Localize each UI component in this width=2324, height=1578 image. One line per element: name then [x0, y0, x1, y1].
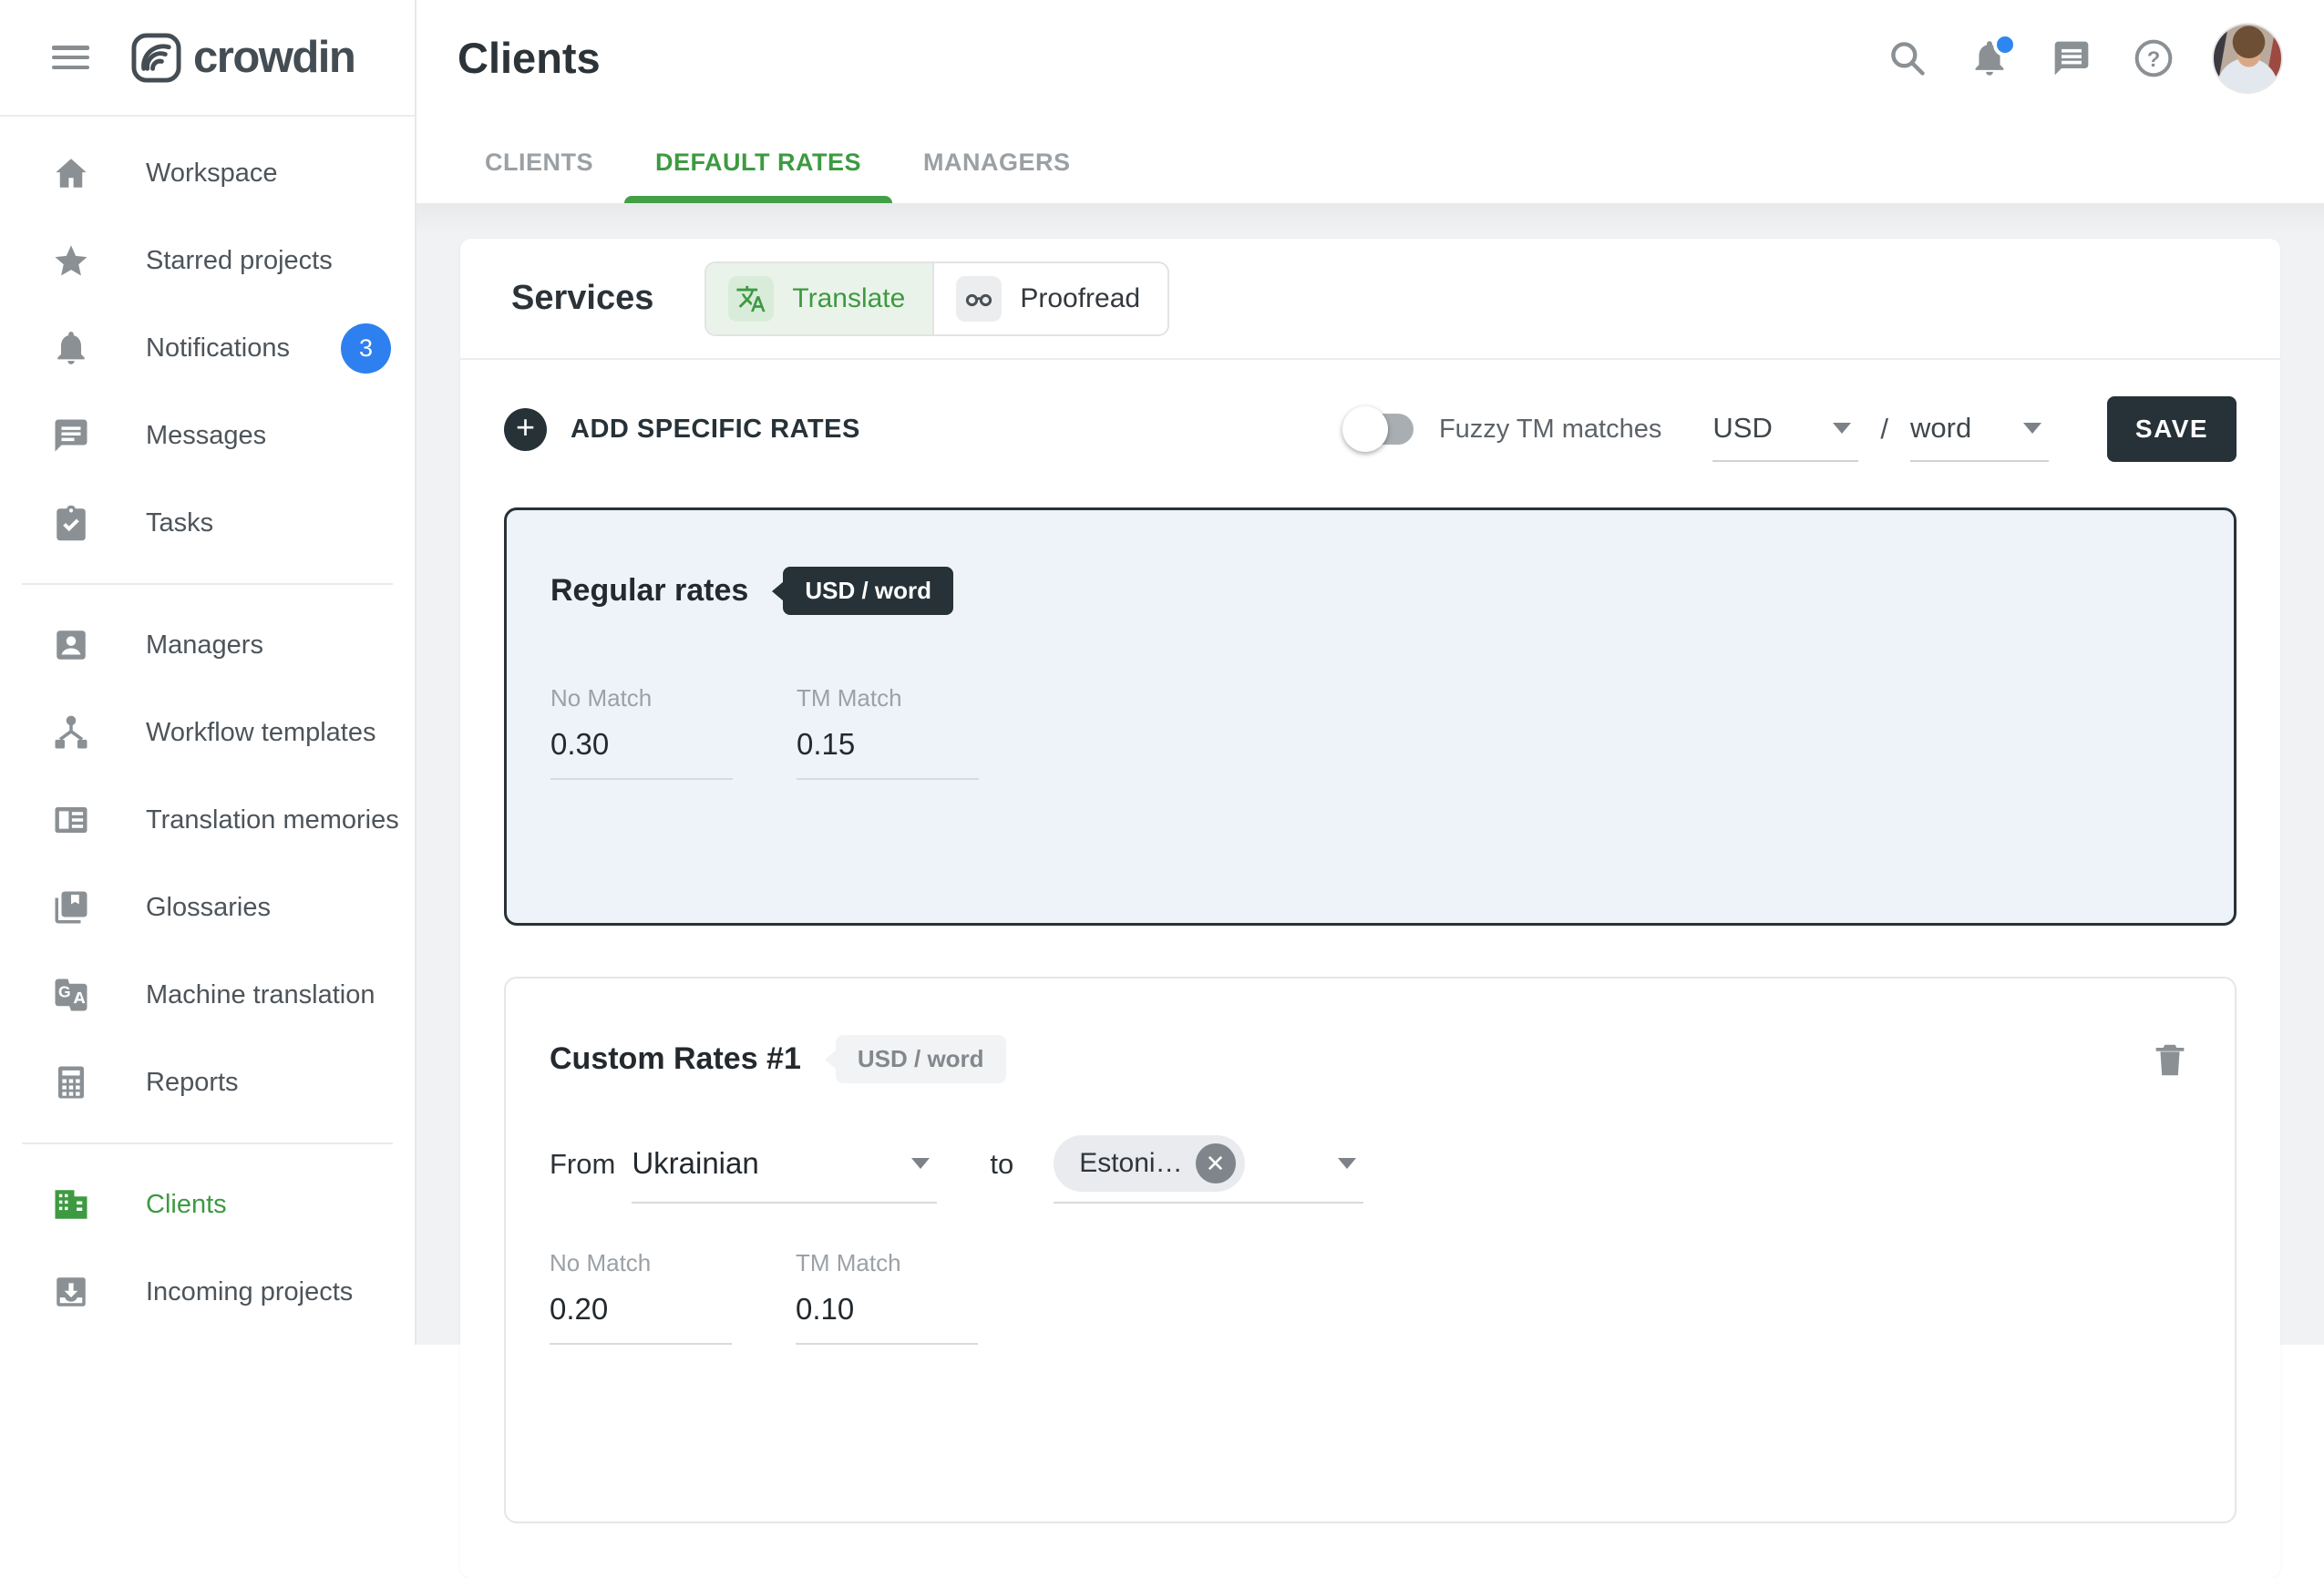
regular-rates-unit-badge: USD / word	[783, 567, 953, 615]
unread-notifications-dot	[1993, 33, 2017, 56]
services-header: Services Translate Proofread	[460, 239, 2280, 360]
custom-rates-title: Custom Rates #1	[550, 1041, 801, 1077]
notifications-bell-icon[interactable]	[1969, 38, 2010, 78]
proofread-glasses-icon	[956, 276, 1002, 322]
sidebar-divider	[22, 583, 393, 585]
custom-rates-card: Custom Rates #1 USD / word From Ukrainia…	[504, 977, 2237, 1523]
no-match-field: No Match 0.30	[550, 684, 797, 780]
sidebar-item-messages[interactable]: Messages	[0, 392, 415, 479]
remove-language-icon[interactable]: ✕	[1196, 1143, 1236, 1184]
chevron-down-icon	[1833, 423, 1851, 434]
notifications-count-badge: 3	[341, 323, 391, 374]
user-avatar[interactable]	[2212, 23, 2283, 94]
regular-rates-title: Regular rates	[550, 573, 748, 609]
messages-chat-icon[interactable]	[2051, 38, 2092, 78]
workflow-icon	[52, 713, 90, 752]
delete-custom-rates-icon[interactable]	[2149, 1037, 2191, 1082]
sidebar-item-reports[interactable]: Reports	[0, 1039, 415, 1126]
glossary-book-icon	[52, 888, 90, 927]
to-label: to	[990, 1148, 1013, 1181]
tm-match-field: TM Match 0.15	[797, 684, 1043, 780]
crowdin-wordmark: crowdin	[193, 32, 355, 83]
main-content: Services Translate Proofread	[416, 203, 2324, 1345]
default-rates-panel: Services Translate Proofread	[460, 239, 2280, 1578]
sidebar-item-managers[interactable]: Managers	[0, 601, 415, 689]
header-actions: ?	[1846, 0, 2283, 117]
sidebar-header: crowdin	[0, 0, 415, 117]
no-match-field: No Match 0.20	[550, 1249, 796, 1345]
target-language-chip: Estoni… ✕	[1054, 1135, 1244, 1192]
chat-icon	[52, 416, 90, 455]
language-pair-row: From Ukrainian to Estoni… ✕	[550, 1125, 2191, 1204]
sidebar-item-clients[interactable]: Clients	[0, 1161, 415, 1248]
search-icon[interactable]	[1887, 38, 1928, 78]
translate-icon	[728, 276, 774, 322]
service-switcher: Translate Proofread	[704, 261, 1169, 336]
no-match-rate-input[interactable]: 0.20	[550, 1292, 732, 1345]
sidebar-item-starred-projects[interactable]: Starred projects	[0, 217, 415, 304]
bell-icon	[52, 329, 90, 367]
unit-separator: /	[1880, 413, 1888, 446]
service-proofread-button[interactable]: Proofread	[932, 263, 1167, 334]
tab-managers[interactable]: MANAGERS	[892, 121, 1102, 203]
tab-bar: CLIENTS DEFAULT RATES MANAGERS	[454, 121, 1102, 203]
tab-default-rates[interactable]: DEFAULT RATES	[624, 121, 892, 203]
machine-translation-icon: G	[52, 976, 90, 1014]
services-heading: Services	[511, 279, 653, 318]
top-header: Clients CLIENTS DEFAULT RATES MANAGERS ?	[416, 0, 2324, 203]
sidebar-item-workflow-templates[interactable]: Workflow templates	[0, 689, 415, 776]
sidebar-item-tasks[interactable]: Tasks	[0, 479, 415, 567]
service-translate-button[interactable]: Translate	[706, 263, 932, 334]
inbox-download-icon	[52, 1273, 90, 1311]
unit-select[interactable]: word	[1910, 396, 2049, 462]
from-label: From	[550, 1148, 615, 1181]
help-icon[interactable]: ?	[2134, 38, 2174, 78]
tab-clients[interactable]: CLIENTS	[454, 121, 624, 203]
tm-match-rate-input[interactable]: 0.15	[797, 727, 979, 780]
sidebar-item-notifications[interactable]: Notifications 3	[0, 304, 415, 392]
sidebar-item-machine-translation[interactable]: G Machine translation	[0, 951, 415, 1039]
manager-card-icon	[52, 626, 90, 664]
star-icon	[52, 241, 90, 280]
custom-rates-unit-badge: USD / word	[836, 1035, 1006, 1083]
plus-icon: +	[504, 408, 547, 451]
calculator-icon	[52, 1063, 90, 1102]
toggle-knob	[1342, 406, 1388, 452]
crowdin-logo[interactable]: crowdin	[131, 32, 355, 83]
sidebar-nav: Workspace Starred projects Notifications…	[0, 117, 415, 1336]
hamburger-menu-icon[interactable]	[52, 46, 89, 69]
regular-rates-card: Regular rates USD / word No Match 0.30 T…	[504, 507, 2237, 926]
source-language-select[interactable]: Ukrainian	[632, 1125, 937, 1204]
sidebar-item-glossaries[interactable]: Glossaries	[0, 864, 415, 951]
translation-memory-icon	[52, 801, 90, 839]
svg-text:?: ?	[2147, 47, 2161, 72]
chevron-down-icon	[1338, 1158, 1356, 1169]
add-specific-rates-button[interactable]: + ADD SPECIFIC RATES	[504, 408, 860, 451]
svg-text:G: G	[58, 983, 71, 1001]
sidebar-item-incoming-projects[interactable]: Incoming projects	[0, 1248, 415, 1336]
clients-building-icon	[52, 1185, 90, 1224]
fuzzy-tm-toggle[interactable]	[1346, 414, 1414, 445]
chevron-down-icon	[2023, 423, 2041, 434]
sidebar-item-translation-memories[interactable]: Translation memories	[0, 776, 415, 864]
save-button[interactable]: SAVE	[2107, 396, 2237, 462]
sidebar: crowdin Workspace Starred projects Notif…	[0, 0, 416, 1345]
tm-match-field: TM Match 0.10	[796, 1249, 1042, 1345]
sidebar-item-workspace[interactable]: Workspace	[0, 129, 415, 217]
page-title: Clients	[458, 33, 601, 83]
sidebar-divider	[22, 1143, 393, 1144]
clipboard-check-icon	[52, 504, 90, 542]
no-match-rate-input[interactable]: 0.30	[550, 727, 733, 780]
currency-select[interactable]: USD	[1712, 396, 1858, 462]
tm-match-rate-input[interactable]: 0.10	[796, 1292, 978, 1345]
home-icon	[52, 154, 90, 192]
fuzzy-tm-label: Fuzzy TM matches	[1439, 415, 1661, 445]
crowdin-logo-icon	[131, 33, 181, 83]
target-language-select[interactable]: Estoni… ✕	[1054, 1125, 1363, 1204]
chevron-down-icon	[911, 1158, 930, 1169]
rates-body: + ADD SPECIFIC RATES Fuzzy TM matches US…	[460, 360, 2280, 1578]
rates-toolbar: + ADD SPECIFIC RATES Fuzzy TM matches US…	[504, 396, 2237, 462]
